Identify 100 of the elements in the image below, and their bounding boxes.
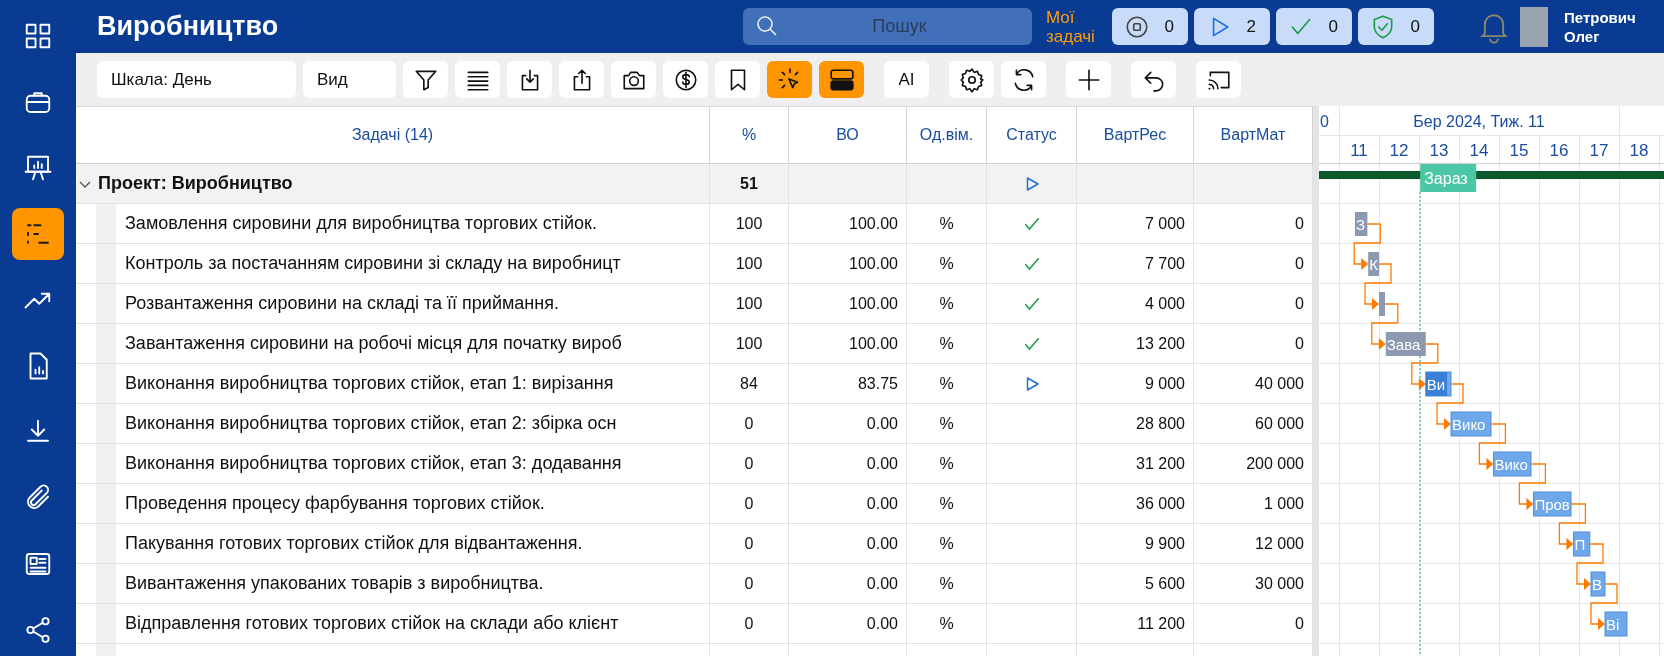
task-bar[interactable]: Ви [1425,371,1452,397]
task-name[interactable]: Виконання виробництва торгових стійок, етап 3: додавання [125,453,622,474]
today-marker [1420,164,1477,192]
tree-indent-strip [96,444,116,483]
table-cell: 0.00 [866,454,898,473]
table-cell: 36 000 [1136,494,1185,513]
toolbar-button[interactable] [507,61,552,98]
day-label: 18 [1629,141,1649,160]
table-cell: 7 000 [1144,214,1185,233]
column-header[interactable]: Задачі (14) [76,107,710,163]
table-cell: 0 [744,494,754,513]
task-name[interactable]: Контроль за постачанням сировини зі складу на виробницт [125,253,621,274]
tree-indent-strip [96,284,116,323]
column-header[interactable]: % [710,107,789,163]
table-cell: % [939,614,954,633]
week-label: 0 [1320,113,1329,130]
dollar-circle-icon [672,66,699,93]
table-cell: 100.00 [849,294,898,313]
table-cell: % [939,374,954,393]
day-label: 15 [1509,141,1529,160]
toolbar-button[interactable] [1196,61,1241,98]
settings-icon [958,66,985,93]
table-cell: % [939,334,954,353]
table-cell: 0 [744,534,754,553]
toolbar-button[interactable] [767,61,812,98]
column-header[interactable]: Статус [987,107,1077,163]
sidebar-item[interactable] [12,208,64,260]
ai-button[interactable]: AI [884,61,929,98]
task-counter[interactable]: 2 [1194,8,1270,45]
table-cell: 0 [744,414,754,433]
search-field[interactable]: Пошук [743,8,1032,45]
task-counter[interactable]: 0 [1358,8,1434,45]
toolbar-button[interactable] [1131,61,1176,98]
tree-indent-strip [96,364,116,403]
toolbar-button[interactable] [819,61,864,98]
task-counter[interactable]: 0 [1112,8,1188,45]
toolbar-button[interactable] [663,61,708,98]
day-label: 12 [1389,141,1409,160]
day-label: 13 [1429,141,1449,160]
table-cell: 4 000 [1144,294,1185,313]
toolbar-button[interactable] [1001,61,1046,98]
table-cell: % [939,414,954,433]
tree-indent-strip [96,524,116,563]
tree-indent-strip [96,324,116,363]
toolbar-button[interactable] [611,61,656,98]
table-cell: 13 200 [1136,334,1185,353]
toolbar-button[interactable] [1066,61,1111,98]
avatar-photo-placeholder[interactable] [1520,6,1548,47]
toolbar-button[interactable] [455,61,500,98]
search-icon [755,14,779,38]
table-cell: 60 000 [1255,414,1304,433]
table-cell: % [939,494,954,513]
table-cell: 100 [735,254,763,273]
table-cell: 0 [1295,254,1304,273]
column-header[interactable]: ВО [789,107,907,163]
task-name[interactable]: Замовлення сировини для виробництва торгових стійок. [125,213,597,234]
table-cell: 100.00 [849,214,898,233]
table-cell: % [939,534,954,553]
table-cell: 83.75 [857,374,898,393]
column-header[interactable]: Од.вім. [907,107,987,163]
toolbar-button[interactable] [949,61,994,98]
task-name[interactable]: Проведення процесу фарбування торгових стійок. [125,493,545,514]
table-cell: 7 700 [1144,254,1185,273]
toolbar-button[interactable] [715,61,760,98]
table-cell: % [939,294,954,313]
table-cell: 0 [1295,334,1304,353]
table-cell: 200 000 [1246,454,1304,473]
day-label: 16 [1549,141,1569,160]
table-cell: 0.00 [866,574,898,593]
apps-grid-icon [23,21,53,51]
task-name[interactable]: Відправлення готових торгових стійок на склади або клієнт [125,613,619,634]
table-cell: 100 [735,294,763,313]
task-name[interactable]: Виконання виробництва торгових стійок, етап 1: вирізання [125,373,614,394]
table-cell: 0.00 [866,534,898,553]
task-name[interactable]: Завантаження сировини на робочі місця для початку вироб [125,333,622,354]
table-cell: 0 [744,454,754,473]
task-name[interactable]: Вивантаження упакованих товарів з виробництва. [125,573,544,594]
view-dropdown[interactable]: Вид [303,61,396,98]
column-header[interactable]: ВартРес [1077,107,1194,163]
task-name[interactable]: Виконання виробництва торгових стійок, етап 2: збірка осн [125,413,617,434]
task-name[interactable]: Розвантаження сировини на складі та її приймання. [125,293,559,314]
task-name[interactable]: Пакування готових торгових стійок для відвантаження. [125,533,583,554]
table-cell: % [939,254,954,273]
presentation-board-icon [23,153,53,183]
my-tasks-link[interactable]: Мої задачі [1046,7,1106,46]
today-label: Зараз [1424,170,1468,187]
toolbar-button[interactable] [403,61,448,98]
table-cell: 0 [744,614,754,633]
task-counter[interactable]: 0 [1276,8,1352,45]
stop-circle-icon [1124,13,1150,40]
table-cell: 9 000 [1144,374,1185,393]
table-cell: 40 000 [1255,374,1304,393]
tree-indent-strip [96,484,116,523]
table-cell: 0.00 [866,614,898,633]
table-cell: 5 600 [1144,574,1185,593]
toolbar-button[interactable] [559,61,604,98]
scale-dropdown[interactable]: Шкала: День [97,61,296,98]
split-layout-icon [828,66,855,93]
table-cell: 100 [735,334,763,353]
table-cell: 9 900 [1144,534,1185,553]
